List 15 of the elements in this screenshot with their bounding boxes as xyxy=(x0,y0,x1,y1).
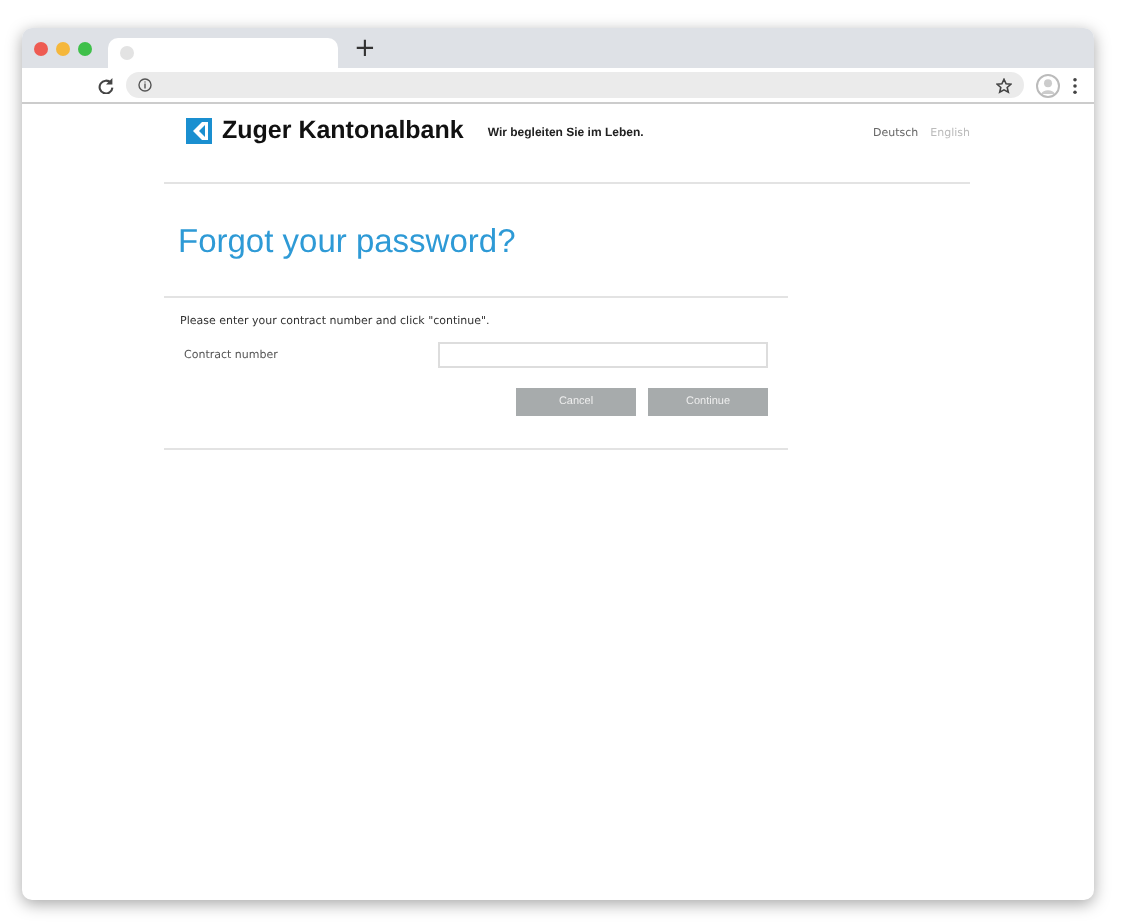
maximize-icon[interactable] xyxy=(78,41,92,55)
close-icon[interactable] xyxy=(34,41,48,55)
brand-name: Zuger Kantonalbank xyxy=(222,116,464,144)
avatar-icon[interactable] xyxy=(1036,73,1060,97)
reload-icon[interactable] xyxy=(98,77,114,93)
info-icon xyxy=(138,78,152,92)
logo-icon xyxy=(186,117,212,143)
star-icon[interactable] xyxy=(996,77,1012,93)
menu-icon[interactable] xyxy=(1072,77,1078,93)
page-title: Forgot your password? xyxy=(178,224,518,262)
new-tab-button[interactable]: + xyxy=(354,35,376,61)
favicon-icon xyxy=(120,46,134,60)
input-field[interactable] xyxy=(438,342,768,368)
minimize-icon[interactable] xyxy=(56,41,70,55)
browser-tab[interactable] xyxy=(108,38,338,68)
